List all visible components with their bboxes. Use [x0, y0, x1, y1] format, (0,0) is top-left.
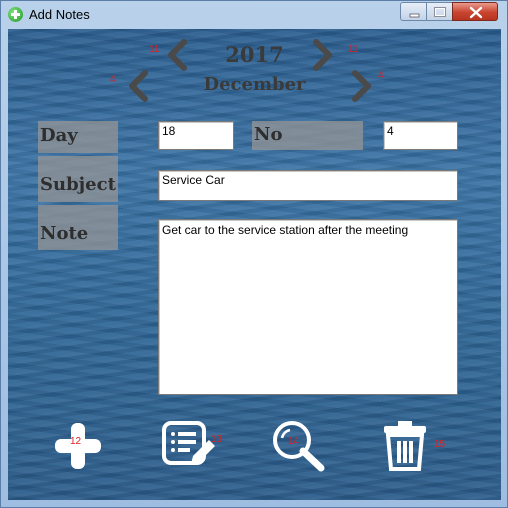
note-textarea[interactable]: Get car to the service station after the…	[162, 223, 454, 391]
next-year-chevron-icon[interactable]	[311, 39, 335, 71]
month-display: December	[203, 74, 306, 95]
no-label: No	[252, 121, 363, 150]
add-badge: 12	[70, 436, 82, 447]
day-input[interactable]	[162, 124, 230, 138]
subject-label: Subject	[38, 156, 118, 202]
close-icon	[469, 6, 483, 19]
delete-badge: 15	[434, 439, 446, 450]
day-label: Day	[38, 121, 118, 153]
add-icon	[8, 7, 23, 22]
subject-field[interactable]	[158, 170, 458, 201]
add-notes-window: Add Notes 11 2017 11 4 December 4 Day No…	[0, 0, 508, 508]
list-edit-icon[interactable]	[161, 420, 215, 470]
minimize-button[interactable]	[400, 2, 427, 21]
note-label: Note	[38, 205, 118, 250]
year-display: 2017	[225, 42, 284, 67]
maximize-icon	[434, 7, 446, 17]
no-field[interactable]	[383, 121, 458, 150]
form-area: 11 2017 11 4 December 4 Day No Subject N…	[8, 29, 501, 500]
next-year-badge: 11	[348, 44, 359, 55]
close-button[interactable]	[452, 2, 498, 21]
note-field[interactable]: Get car to the service station after the…	[158, 219, 458, 395]
title-bar[interactable]: Add Notes	[1, 1, 507, 29]
no-input[interactable]	[387, 124, 454, 138]
next-month-chevron-icon[interactable]	[350, 70, 374, 102]
trash-icon[interactable]	[381, 419, 431, 471]
next-month-badge: 4	[378, 70, 384, 81]
list-badge: 13	[211, 434, 223, 445]
minimize-icon	[409, 13, 420, 18]
subject-input[interactable]	[162, 173, 454, 187]
maximize-button[interactable]	[426, 2, 453, 21]
day-field[interactable]	[158, 121, 234, 150]
window-title: Add Notes	[29, 7, 90, 22]
search-badge: 14	[288, 436, 300, 447]
